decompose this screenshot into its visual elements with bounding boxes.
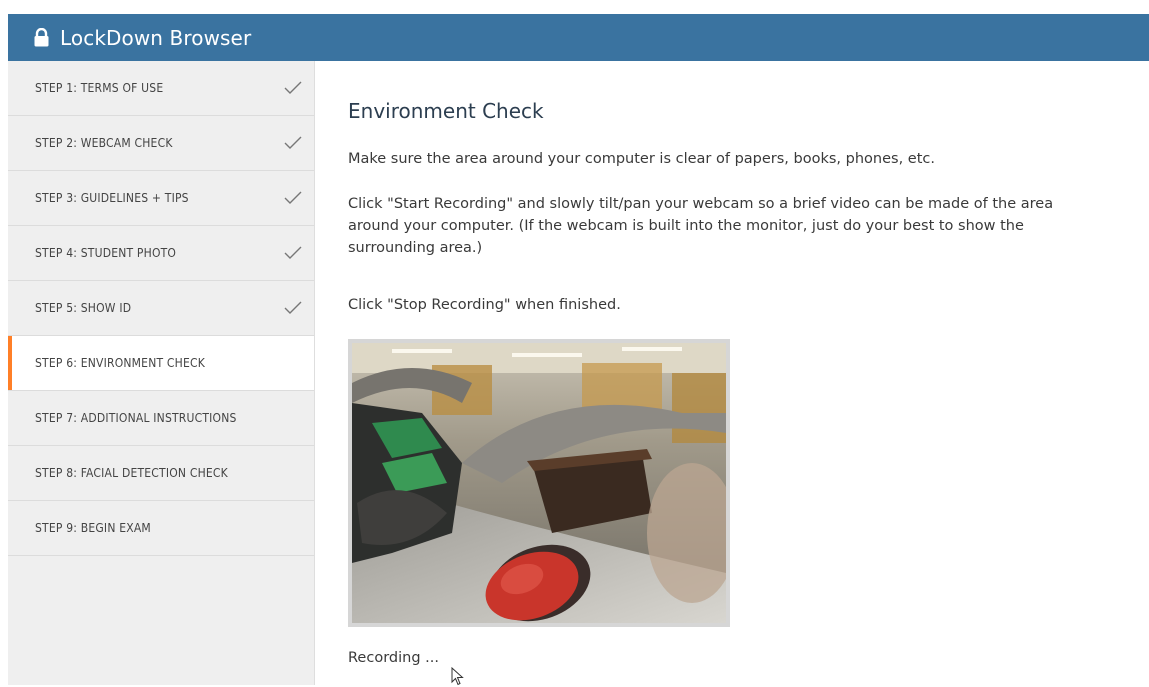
step-7-additional-instructions[interactable]: STEP 7: ADDITIONAL INSTRUCTIONS (8, 391, 314, 446)
recording-status: Recording ... (348, 650, 439, 666)
step-label: STEP 6: ENVIRONMENT CHECK (35, 356, 205, 370)
instruction-clear-area: Make sure the area around your computer … (348, 151, 935, 167)
step-8-facial-detection-check[interactable]: STEP 8: FACIAL DETECTION CHECK (8, 446, 314, 501)
step-label: STEP 4: STUDENT PHOTO (35, 246, 177, 260)
step-label: STEP 1: TERMS OF USE (35, 81, 164, 95)
step-9-begin-exam[interactable]: STEP 9: BEGIN EXAM (8, 501, 314, 556)
instruction-stop-recording: Click "Stop Recording" when finished. (348, 297, 621, 313)
steps-sidebar: STEP 1: TERMS OF USE STEP 2: WEBCAM CHEC… (8, 61, 315, 685)
page-title: Environment Check (348, 99, 544, 123)
app-title: LockDown Browser (60, 25, 252, 50)
webcam-feed-image (352, 343, 726, 623)
step-1-terms-of-use[interactable]: STEP 1: TERMS OF USE (8, 61, 314, 116)
step-label: STEP 7: ADDITIONAL INSTRUCTIONS (35, 411, 237, 425)
step-label: STEP 5: SHOW ID (35, 301, 132, 315)
step-2-webcam-check[interactable]: STEP 2: WEBCAM CHECK (8, 116, 314, 171)
step-6-environment-check[interactable]: STEP 6: ENVIRONMENT CHECK (8, 336, 314, 391)
mouse-cursor-icon (451, 667, 464, 686)
step-3-guidelines-tips[interactable]: STEP 3: GUIDELINES + TIPS (8, 171, 314, 226)
step-label: STEP 8: FACIAL DETECTION CHECK (35, 466, 228, 480)
step-label: STEP 9: BEGIN EXAM (35, 521, 151, 535)
checkmark-icon (284, 246, 302, 259)
instruction-start-recording: Click "Start Recording" and slowly tilt/… (348, 196, 1054, 256)
step-label: STEP 2: WEBCAM CHECK (35, 136, 173, 150)
checkmark-icon (284, 136, 302, 149)
step-5-show-id[interactable]: STEP 5: SHOW ID (8, 281, 314, 336)
checkmark-icon (284, 81, 302, 94)
checkmark-icon (284, 191, 302, 204)
lockdown-browser-window: LockDown Browser STEP 1: TERMS OF USE ST… (0, 0, 1149, 686)
title-bar: LockDown Browser (8, 14, 1149, 61)
step-label: STEP 3: GUIDELINES + TIPS (35, 191, 189, 205)
lock-icon (34, 28, 49, 47)
checkmark-icon (284, 301, 302, 314)
webcam-preview (348, 339, 730, 627)
step-4-student-photo[interactable]: STEP 4: STUDENT PHOTO (8, 226, 314, 281)
